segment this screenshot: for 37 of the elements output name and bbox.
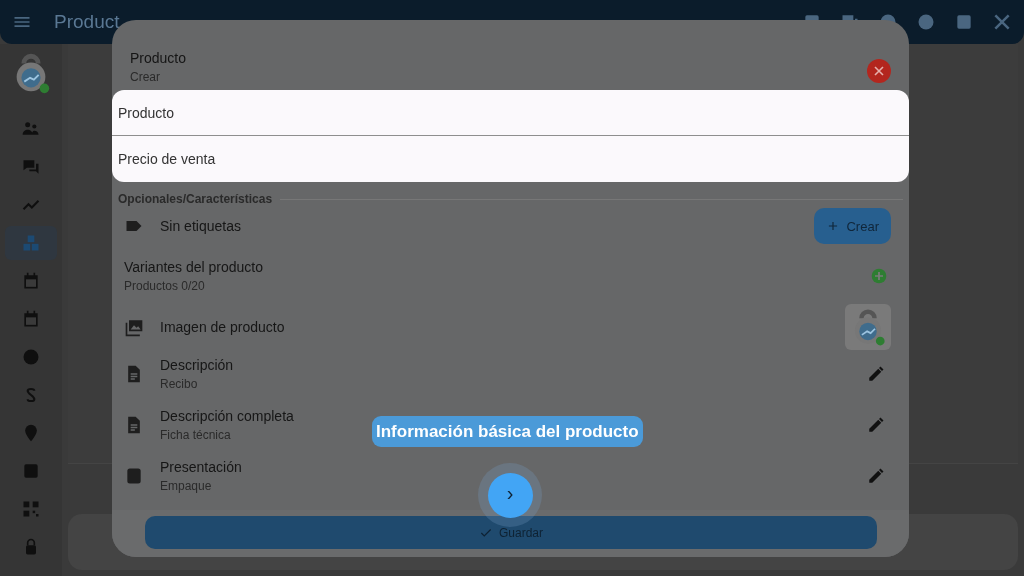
row-sublabel: Ficha técnica [160, 427, 231, 442]
pencil-icon[interactable] [867, 466, 885, 485]
sidebar-item[interactable] [5, 226, 57, 260]
calendar-icon [21, 309, 41, 329]
calendar-icon [21, 271, 41, 291]
row-label: Variantes del producto [124, 259, 264, 275]
input-field[interactable]: Precio de venta [112, 136, 909, 182]
chat-icon [21, 157, 41, 177]
save-button[interactable]: Guardar [145, 516, 877, 549]
pencil-icon[interactable] [867, 415, 885, 434]
image-thumbnail[interactable] [845, 304, 891, 350]
dialog-subtitle: Crear [130, 70, 161, 84]
add-icon[interactable] [871, 268, 887, 284]
qr-code-icon [21, 499, 41, 519]
images-icon [124, 317, 144, 337]
row-sublabel: Productos 0/20 [124, 279, 205, 293]
dialog-title: Producto [130, 50, 188, 66]
coin-icon [916, 12, 936, 32]
app-title: Product [54, 11, 120, 33]
row-label: Descripción [160, 356, 234, 373]
row-label: Sin etiquetas [160, 218, 241, 234]
create-button[interactable]: Crear [814, 208, 891, 244]
square-icon [954, 12, 974, 32]
row-label: Imagen de producto [160, 319, 285, 335]
row-sublabel: Empaque [160, 478, 212, 493]
pencil-icon[interactable] [867, 364, 885, 383]
row-label: Descripción completa [160, 407, 294, 424]
input-field[interactable]: Producto [112, 90, 909, 136]
square-icon [21, 461, 41, 481]
section-label: Opcionales/Características [118, 192, 273, 206]
row-sublabel: Recibo [160, 376, 198, 391]
close-icon[interactable] [992, 12, 1012, 32]
row-label: Presentación [160, 458, 242, 475]
tooltip: Información básica del producto [372, 416, 643, 447]
coin-icon [21, 347, 41, 367]
close-button[interactable] [867, 59, 891, 83]
boxes-icon [21, 233, 41, 253]
